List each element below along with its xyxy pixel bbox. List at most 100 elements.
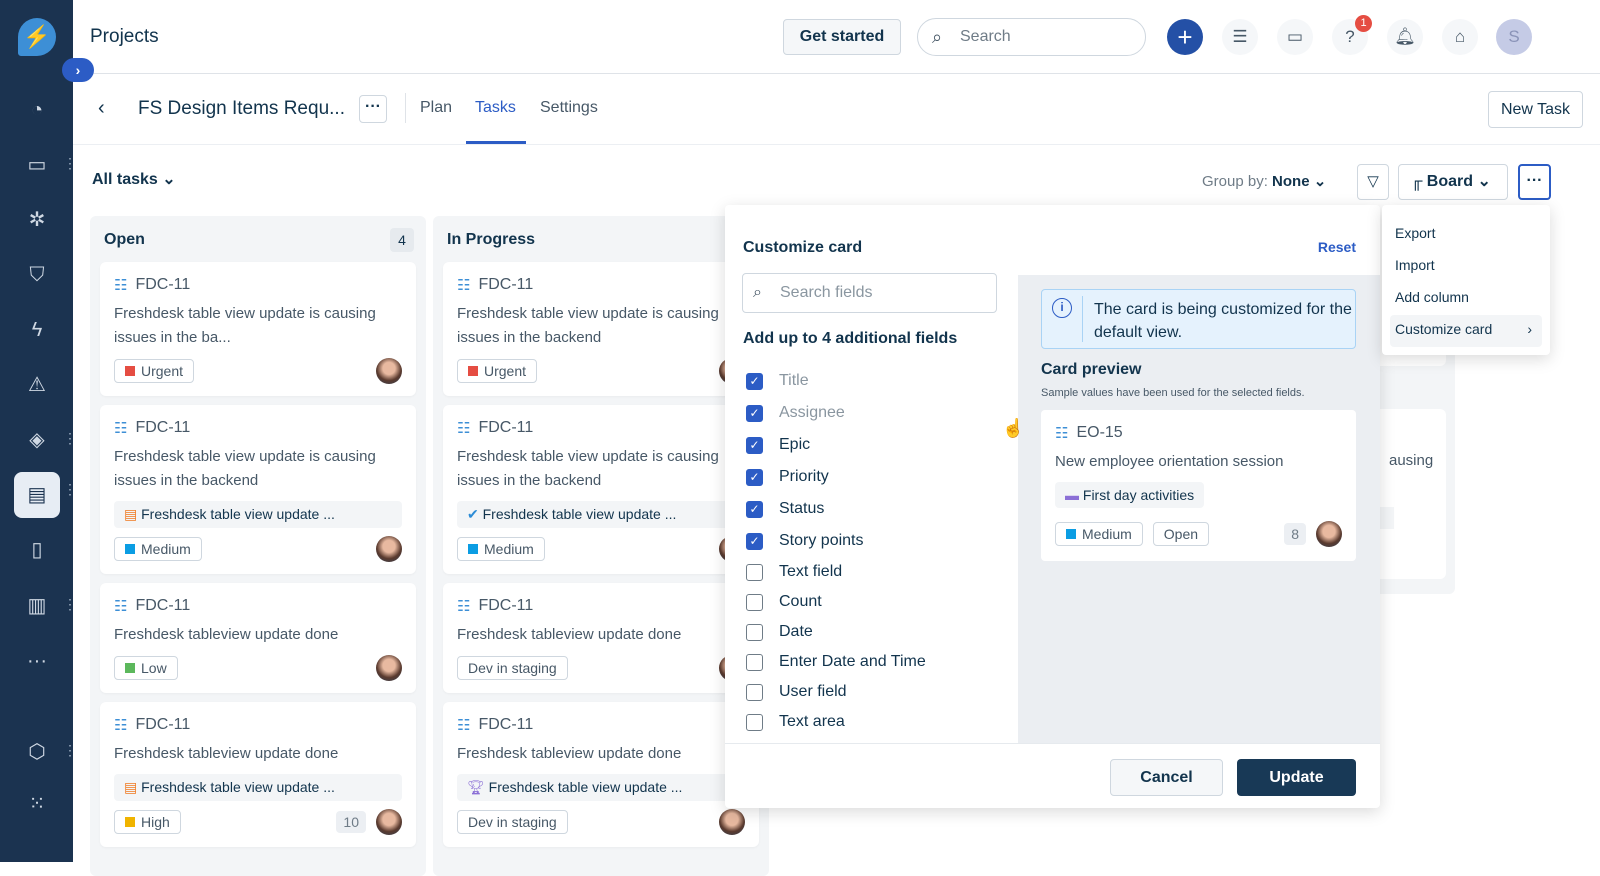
task-icon: ☷ (114, 277, 128, 294)
more-icon[interactable]: ··· (18, 642, 56, 680)
checkbox-checked[interactable]: ✓ (746, 436, 763, 454)
task-title: Freshdesk tableview update done (457, 745, 682, 762)
avatar[interactable]: S (1496, 19, 1532, 55)
checkbox-unchecked[interactable] (746, 593, 763, 611)
kebab-icon[interactable]: ⋮ (63, 481, 77, 498)
info-icon: i (1052, 298, 1072, 318)
task-card[interactable]: ☷ FDC-11 Freshdesk tableview update done ▤… (100, 702, 416, 847)
all-tasks-dropdown[interactable]: All tasks ⌄ (92, 169, 176, 189)
more-options-menu: Export Import Add column Customize card › (1382, 205, 1550, 355)
field-option[interactable]: ✓ Status (746, 493, 926, 525)
group-by-dropdown[interactable]: Group by: None ⌄ (1202, 172, 1326, 190)
task-card[interactable]: ☷ FDC-11 Freshdesk tableview update done 🏆… (443, 702, 759, 847)
task-icon: ☷ (457, 717, 471, 734)
dashboard-icon[interactable]: ◔ (18, 91, 56, 129)
assignee-avatar (376, 536, 402, 562)
search-input[interactable]: ⌕ Search (917, 18, 1146, 56)
checkbox-unchecked[interactable] (746, 713, 763, 731)
filter-button[interactable]: ▽ (1357, 164, 1389, 200)
cube-icon[interactable]: ⬡ (18, 733, 56, 771)
field-option[interactable]: User field (746, 677, 926, 707)
view-dropdown[interactable]: ╓ Board ⌄ (1398, 164, 1508, 200)
store-icon[interactable]: ⌂ (1442, 19, 1478, 55)
field-option[interactable]: Enter Date and Time (746, 647, 926, 677)
task-card[interactable]: ☷ FDC-11 Freshdesk table view update is c… (100, 262, 416, 396)
calendar-icon[interactable]: ▭ (1277, 19, 1313, 55)
column-count: 4 (390, 228, 414, 252)
kebab-icon[interactable]: ⋮ (63, 596, 77, 613)
checkbox-unchecked[interactable] (746, 653, 763, 671)
bug-icon[interactable]: ✲ (18, 201, 56, 239)
update-button[interactable]: Update (1237, 759, 1356, 796)
checkbox-checked[interactable]: ✓ (746, 532, 763, 550)
kebab-icon[interactable]: ⋮ (63, 430, 77, 447)
story-points: 8 (1284, 523, 1306, 545)
panel-footer: Cancel Update (725, 743, 1380, 808)
reset-link[interactable]: Reset (1318, 239, 1356, 255)
epic-icon: ▤ (124, 779, 138, 795)
sidebar: ⚡ ◔ ▭ ⋮ ✲ ⛉ ϟ ⚠ ◈ ⋮ ▤ ⋮ ▯ ▥ ⋮ ··· ⬡ ⋮ ⁙ (0, 0, 77, 862)
field-option[interactable]: ✓ Epic (746, 429, 926, 461)
cancel-button[interactable]: Cancel (1110, 759, 1223, 796)
column-open: Open 4 ☷ FDC-11 Freshdesk table view updat… (90, 216, 426, 876)
new-task-button[interactable]: New Task (1488, 91, 1583, 128)
checkbox-unchecked[interactable] (746, 623, 763, 641)
priority-tag: Medium (457, 537, 545, 561)
menu-item-customize-card[interactable]: Customize card › (1390, 315, 1542, 347)
menu-item-import[interactable]: Import (1382, 251, 1550, 283)
get-started-button[interactable]: Get started (783, 19, 901, 55)
field-option[interactable]: ✓ Title (746, 365, 926, 397)
ticket-icon[interactable]: ▭ (18, 146, 56, 184)
checkbox-checked[interactable]: ✓ (746, 500, 763, 518)
layers-icon[interactable]: ◈ (18, 421, 56, 459)
add-button[interactable]: + (1167, 19, 1203, 55)
menu-item-export[interactable]: Export (1382, 219, 1550, 251)
task-card[interactable]: ☷ FDC-11 Freshdesk table view update is c… (443, 262, 759, 396)
field-option[interactable]: Text field (746, 557, 926, 587)
task-card[interactable]: ☷ FDC-11 Freshdesk table view update is c… (100, 405, 416, 574)
alert-icon[interactable]: ⚠ (18, 366, 56, 404)
checklist-icon[interactable]: ☰ (1222, 19, 1258, 55)
bolt-icon[interactable]: ϟ (18, 311, 56, 349)
back-icon[interactable]: ‹ (98, 97, 105, 120)
epic-tag: ✔ Freshdesk table view update ... (457, 501, 745, 528)
checkbox-checked[interactable]: ✓ (746, 468, 763, 486)
field-option[interactable]: ✓ Priority (746, 461, 926, 493)
task-card[interactable]: ☷ FDC-11 Freshdesk tableview update done D… (443, 583, 759, 693)
field-option[interactable]: Text area (746, 707, 926, 737)
card-preview-area: i The card is being customized for the d… (1018, 275, 1380, 743)
expand-sidebar-button[interactable]: › (62, 58, 94, 82)
project-more-button[interactable]: ··· (359, 95, 387, 123)
checkbox-unchecked[interactable] (746, 563, 763, 581)
field-option[interactable]: Date (746, 617, 926, 647)
preview-card: ☷ EO-15 New employee orientation session … (1041, 410, 1356, 561)
apps-icon[interactable]: ⁙ (18, 785, 56, 823)
assignee-avatar (1316, 521, 1342, 547)
field-option[interactable]: Count (746, 587, 926, 617)
checkbox-checked[interactable]: ✓ (746, 404, 763, 422)
search-fields-input[interactable]: ⌕ Search fields (742, 273, 997, 313)
shield-icon[interactable]: ⛉ (18, 256, 56, 294)
freshworks-logo[interactable]: ⚡ (18, 18, 56, 56)
book-icon[interactable]: ▯ (18, 531, 56, 569)
checkbox-unchecked[interactable] (746, 683, 763, 701)
task-card[interactable]: ☷ FDC-11 Freshdesk table view update is c… (443, 405, 759, 574)
kebab-icon[interactable]: ⋮ (63, 155, 77, 172)
menu-item-add-column[interactable]: Add column (1382, 283, 1550, 315)
assignee-avatar (376, 358, 402, 384)
status-tag: Dev in staging (457, 810, 568, 834)
tab-plan[interactable]: Plan (420, 99, 452, 117)
task-title: Freshdesk table view update is causing i… (457, 448, 719, 489)
kebab-icon[interactable]: ⋮ (63, 742, 77, 759)
task-card[interactable]: ☷ FDC-11 Freshdesk tableview update done L… (100, 583, 416, 693)
checkbox-checked[interactable]: ✓ (746, 372, 763, 390)
projects-icon[interactable]: ▤ (14, 472, 60, 518)
more-options-button[interactable]: ··· (1518, 164, 1551, 200)
field-option[interactable]: ✓ Story points (746, 525, 926, 557)
epic-icon: 🏆︎ (467, 779, 485, 795)
field-option[interactable]: ✓ Assignee (746, 397, 926, 429)
bell-icon[interactable]: 🔔︎ (1387, 19, 1423, 55)
tab-tasks[interactable]: Tasks (475, 99, 516, 117)
tab-settings[interactable]: Settings (540, 99, 598, 117)
analytics-icon[interactable]: ▥ (18, 587, 56, 625)
